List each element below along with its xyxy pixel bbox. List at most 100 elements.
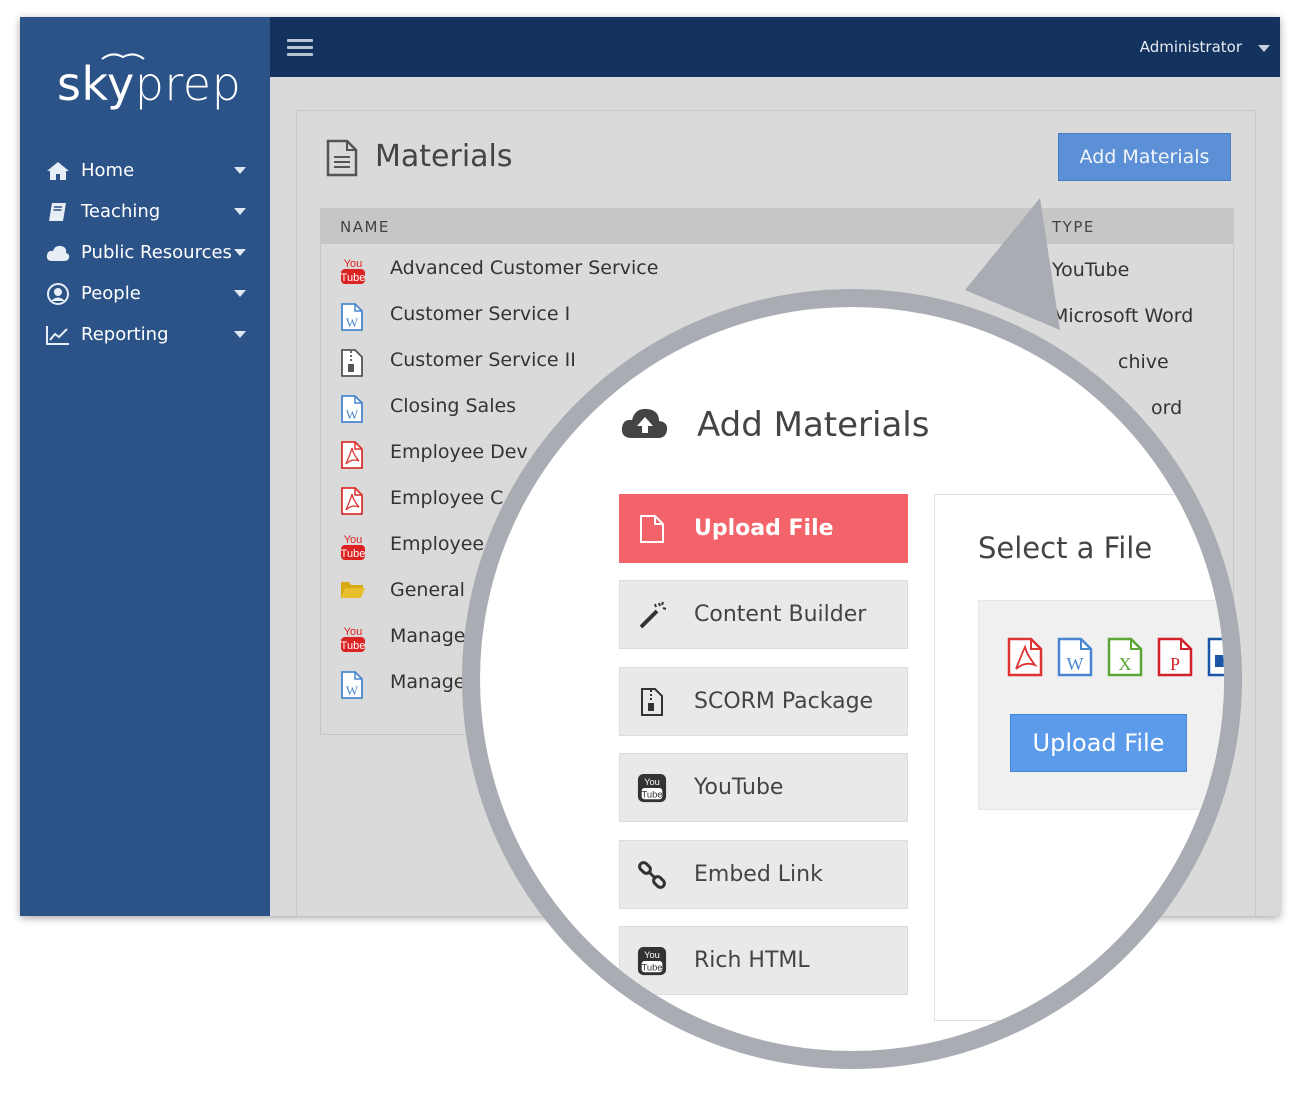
word-file-icon: W: [340, 670, 366, 699]
add-materials-title: Add Materials: [697, 405, 930, 445]
upload-file-option[interactable]: Upload File: [619, 494, 908, 563]
folder-icon: [340, 578, 366, 606]
svg-text:W: W: [346, 683, 359, 698]
sidebar-item-label: Reporting: [81, 324, 169, 345]
document-icon: [326, 139, 358, 177]
option-label: Embed Link: [694, 862, 823, 887]
youtube-icon: You Tube: [637, 944, 667, 978]
svg-text:Tube: Tube: [341, 548, 366, 560]
magic-wand-icon: [637, 598, 667, 632]
table-header: NAME TYPE: [321, 209, 1233, 244]
chevron-down-icon: [234, 249, 246, 256]
sidebar-item-label: People: [81, 283, 141, 304]
sidebar-item-label: Public Resources: [81, 242, 232, 263]
column-header-name[interactable]: NAME: [340, 218, 390, 236]
line-chart-icon: [44, 323, 72, 347]
row-name[interactable]: Customer Service II: [390, 349, 576, 371]
chevron-down-icon: [234, 331, 246, 338]
rich-html-option[interactable]: You Tube Rich HTML: [619, 926, 908, 995]
cloud-upload-icon: [621, 408, 668, 438]
row-name[interactable]: Manage: [390, 671, 465, 693]
word-file-icon: W: [340, 394, 366, 423]
chevron-down-icon[interactable]: [1258, 45, 1270, 52]
row-type: ord: [1151, 397, 1183, 419]
option-label: Upload File: [694, 516, 834, 541]
option-label: YouTube: [694, 775, 784, 800]
select-file-title: Select a File: [978, 531, 1153, 565]
svg-text:You: You: [344, 626, 363, 638]
sidebar-item-teaching[interactable]: Teaching: [20, 191, 270, 232]
sidebar-item-people[interactable]: People: [20, 273, 270, 314]
row-type: Microsoft Word: [1052, 305, 1194, 327]
svg-text:X: X: [1119, 654, 1132, 674]
option-label: Content Builder: [694, 602, 867, 627]
youtube-option[interactable]: You Tube YouTube: [619, 753, 908, 822]
file-icon: [637, 512, 667, 546]
youtube-icon: You Tube: [637, 771, 667, 805]
upload-file-button[interactable]: Upload File: [1010, 714, 1187, 772]
row-name[interactable]: Closing Sales: [390, 395, 516, 417]
skyprep-logo[interactable]: skyprep: [57, 57, 241, 111]
logo-sky: sky: [57, 57, 135, 111]
svg-text:You: You: [644, 777, 660, 787]
row-type: chive: [1118, 351, 1169, 373]
content-builder-option[interactable]: Content Builder: [619, 580, 908, 649]
row-name[interactable]: Advanced Customer Service: [390, 257, 658, 279]
row-name[interactable]: Manage: [390, 625, 465, 647]
sidebar-item-home[interactable]: Home: [20, 150, 270, 191]
chevron-down-icon: [234, 208, 246, 215]
sidebar-item-label: Home: [81, 160, 135, 181]
youtube-icon: You Tube: [340, 256, 366, 284]
excel-icon: X: [1107, 637, 1143, 677]
scorm-package-option[interactable]: SCORM Package: [619, 667, 908, 736]
chevron-down-icon: [234, 290, 246, 297]
svg-text:Tube: Tube: [341, 272, 366, 284]
topbar: Administrator: [270, 17, 1280, 77]
word-icon: W: [1057, 637, 1093, 677]
row-name[interactable]: Employee: [390, 533, 484, 555]
svg-text:You: You: [644, 950, 660, 960]
zip-file-icon: [340, 348, 366, 377]
svg-text:W: W: [1067, 654, 1084, 674]
bird-swoosh-icon: [101, 53, 145, 60]
svg-text:You: You: [344, 258, 363, 270]
row-name[interactable]: Customer Service I: [390, 303, 570, 325]
add-materials-button[interactable]: Add Materials: [1058, 133, 1231, 181]
youtube-icon: You Tube: [340, 532, 366, 560]
svg-text:W: W: [346, 315, 359, 330]
youtube-icon: You Tube: [340, 624, 366, 652]
cloud-icon: [44, 241, 72, 265]
chevron-down-icon: [234, 167, 246, 174]
svg-text:W: W: [346, 407, 359, 422]
sidebar-item-reporting[interactable]: Reporting: [20, 314, 270, 355]
user-circle-icon: [44, 282, 72, 306]
logo-prep: prep: [134, 57, 242, 111]
powerpoint-icon: P: [1157, 637, 1193, 677]
svg-text:P: P: [1170, 654, 1180, 674]
sidebar-nav: Home Teaching Public Resources People Re…: [20, 150, 270, 355]
pdf-icon: [1007, 637, 1043, 677]
svg-text:Tube: Tube: [642, 789, 663, 799]
video-icon: [1207, 637, 1224, 677]
word-file-icon: W: [340, 302, 366, 331]
option-label: Rich HTML: [694, 948, 810, 973]
file-type-icons: W X P: [1007, 637, 1224, 677]
link-icon: [637, 858, 667, 892]
option-label: SCORM Package: [694, 689, 874, 714]
page-title: Materials: [375, 139, 513, 174]
sidebar-item-public-resources[interactable]: Public Resources: [20, 232, 270, 273]
file-drop-zone[interactable]: W X P Upload File: [978, 600, 1224, 810]
embed-link-option[interactable]: Embed Link: [619, 840, 908, 909]
column-header-type[interactable]: TYPE: [1052, 218, 1095, 236]
magnifier-lens: Add Materials Upload File Content Builde…: [480, 307, 1224, 1051]
row-name[interactable]: Employee Dev: [390, 441, 528, 463]
pdf-file-icon: [340, 486, 366, 515]
table-row[interactable]: You Tube Advanced Customer Service YouTube: [321, 244, 1233, 290]
hamburger-menu-icon[interactable]: [287, 39, 313, 57]
home-icon: [44, 159, 72, 183]
row-type: YouTube: [1052, 259, 1130, 281]
svg-text:Tube: Tube: [642, 962, 663, 972]
row-name[interactable]: Employee C: [390, 487, 503, 509]
user-menu[interactable]: Administrator: [1140, 38, 1242, 56]
row-name[interactable]: General: [390, 579, 465, 601]
